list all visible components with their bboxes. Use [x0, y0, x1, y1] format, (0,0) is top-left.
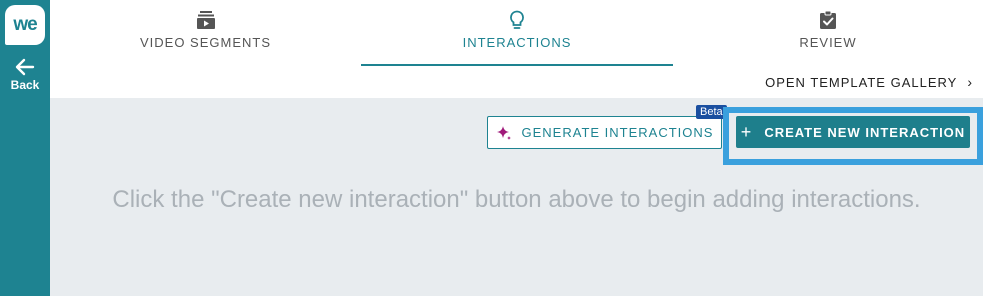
top-bar: VIDEO SEGMENTS INTERACTIONS REVIEW OPEN … — [50, 0, 983, 98]
tab-review[interactable]: REVIEW — [673, 0, 983, 66]
tab-label: REVIEW — [799, 35, 857, 50]
sparkle-icon — [496, 125, 511, 140]
app-logo[interactable]: we — [5, 5, 45, 45]
interactions-panel: GENERATE INTERACTIONS Beta + CREATE NEW … — [50, 98, 983, 296]
empty-state-message: Click the "Create new interaction" butto… — [112, 186, 921, 213]
create-new-interaction-button[interactable]: + CREATE NEW INTERACTION — [736, 116, 970, 148]
create-label: CREATE NEW INTERACTION — [764, 124, 966, 140]
plus-icon: + — [740, 122, 753, 142]
arrow-left-icon — [15, 58, 35, 76]
open-template-gallery-link[interactable]: OPEN TEMPLATE GALLERY › — [765, 74, 973, 90]
generate-label: GENERATE INTERACTIONS — [521, 125, 714, 140]
sidebar: we Back — [0, 0, 50, 296]
logo-text: we — [13, 14, 37, 35]
lightbulb-icon — [510, 10, 524, 29]
back-label: Back — [10, 78, 40, 92]
generate-interactions-button[interactable]: GENERATE INTERACTIONS — [487, 116, 722, 149]
tab-label: VIDEO SEGMENTS — [139, 35, 272, 50]
gallery-link-label: OPEN TEMPLATE GALLERY — [765, 74, 958, 90]
tab-video-segments[interactable]: VIDEO SEGMENTS — [50, 0, 361, 66]
back-button[interactable]: Back — [0, 58, 50, 92]
video-segments-icon — [196, 11, 215, 29]
chevron-right-icon: › — [967, 74, 973, 90]
tab-interactions[interactable]: INTERACTIONS — [361, 0, 673, 66]
clipboard-check-icon — [820, 10, 836, 29]
tab-label: INTERACTIONS — [462, 35, 572, 50]
